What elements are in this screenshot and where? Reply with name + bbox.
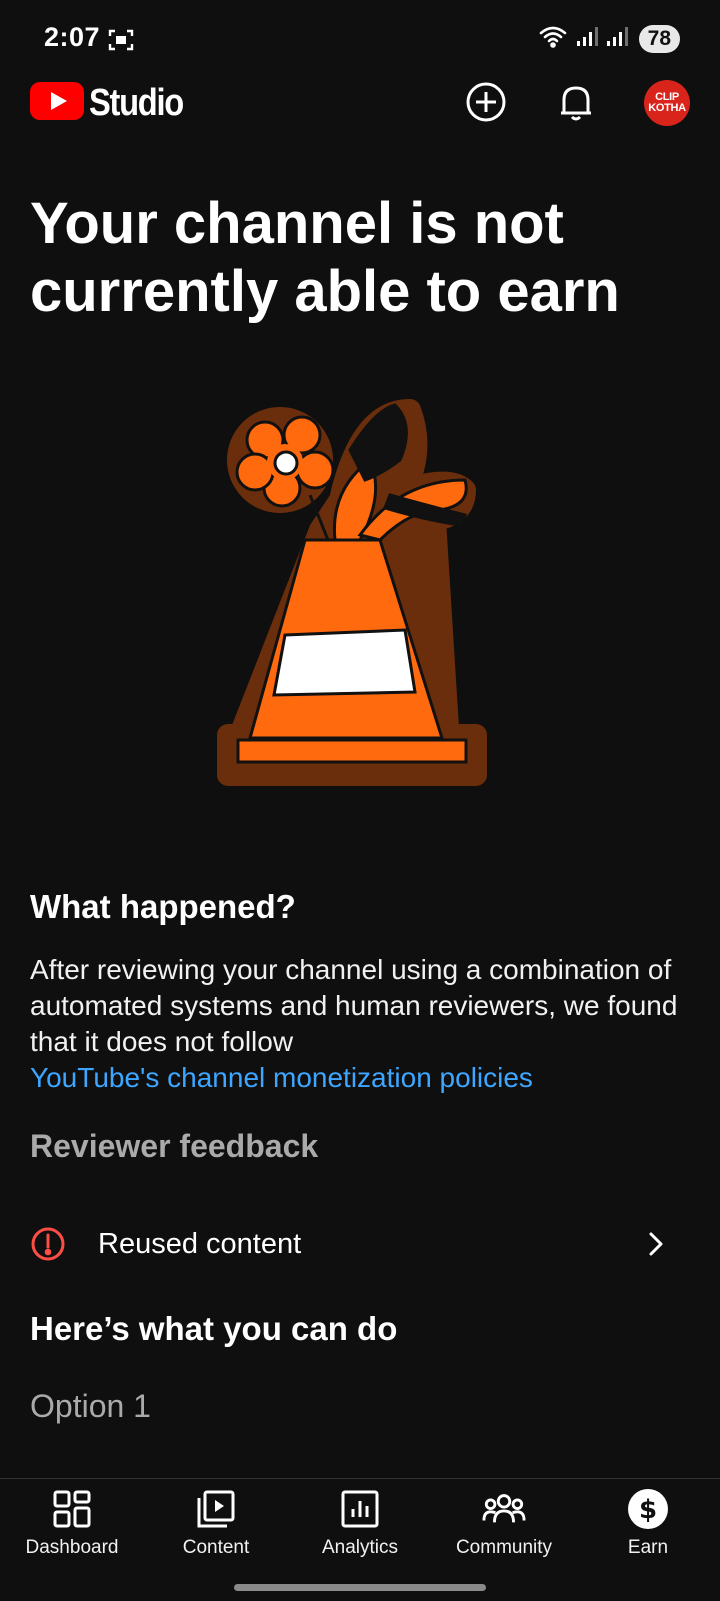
nav-earn[interactable]: $ Earn: [576, 1479, 720, 1565]
what-happened-text: After reviewing your channel using a com…: [30, 952, 690, 1096]
chevron-right-icon: [646, 1230, 666, 1263]
screenshot-icon: [108, 28, 134, 57]
traffic-cone-illustration: [210, 380, 500, 795]
monetization-policies-link[interactable]: YouTube's channel monetization policies: [30, 1060, 690, 1096]
notifications-button[interactable]: [552, 80, 600, 128]
bottom-navigation: Dashboard Content Analytics Community $ …: [0, 1478, 720, 1601]
svg-text:$: $: [639, 1495, 657, 1525]
wifi-icon: [539, 24, 569, 53]
reviewer-feedback-label: Reused content: [98, 1228, 302, 1260]
signal-icon-2: [605, 24, 629, 53]
what-you-can-do-heading: Here’s what you can do: [30, 1310, 398, 1347]
signal-icon: [575, 24, 599, 53]
error-icon: [30, 1226, 66, 1267]
nav-content[interactable]: Content: [144, 1479, 288, 1565]
home-indicator[interactable]: [234, 1584, 486, 1591]
nav-community[interactable]: Community: [432, 1479, 576, 1565]
nav-dashboard[interactable]: Dashboard: [0, 1479, 144, 1565]
create-button[interactable]: [462, 80, 510, 128]
battery-level: 78: [638, 24, 680, 53]
nav-analytics[interactable]: Analytics: [288, 1479, 432, 1565]
create-plus-icon: [465, 81, 507, 128]
youtube-studio-logo[interactable]: Studio: [30, 82, 198, 125]
youtube-logo-icon: [30, 82, 84, 125]
community-icon: [482, 1487, 526, 1531]
reviewer-feedback-item[interactable]: Reused content: [0, 1208, 720, 1280]
app-header: Studio CLIP KOTHA: [0, 78, 720, 130]
dashboard-icon: [50, 1487, 94, 1531]
logo-text: Studio: [89, 82, 184, 124]
bell-icon: [556, 81, 596, 128]
earn-icon: $: [626, 1487, 670, 1531]
avatar[interactable]: CLIP KOTHA: [644, 80, 690, 126]
option-1-label: Option 1: [30, 1388, 151, 1424]
status-time: 2:07: [44, 22, 101, 52]
page-title: Your channel is not currently able to ea…: [30, 191, 620, 324]
analytics-icon: [338, 1487, 382, 1531]
status-bar: 2:07 78: [0, 0, 720, 80]
what-happened-heading: What happened?: [30, 888, 296, 925]
content-icon: [194, 1487, 238, 1531]
reviewer-feedback-heading: Reviewer feedback: [30, 1128, 319, 1164]
what-happened-body: After reviewing your channel using a com…: [30, 954, 678, 1057]
